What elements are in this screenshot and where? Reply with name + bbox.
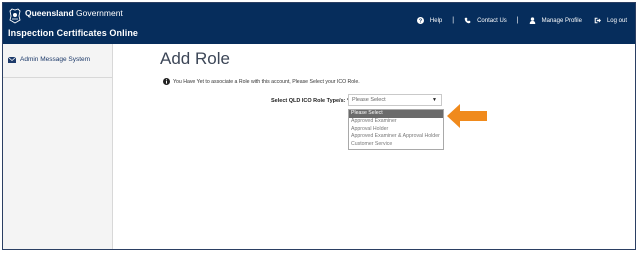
manage-profile-link[interactable]: Manage Profile [529, 17, 582, 24]
nav-separator: | [516, 17, 519, 24]
contact-us-label: Contact Us [477, 17, 507, 24]
help-label: Help [429, 17, 443, 24]
select-value: Please Select [352, 97, 386, 103]
sidebar: Admin Message System [3, 44, 113, 249]
coat-of-arms-icon [9, 8, 21, 24]
brand-name: Queensland Government [25, 8, 123, 18]
nav-separator: | [452, 17, 455, 24]
annotation-arrow-icon [447, 104, 487, 128]
dropdown-option[interactable]: Please Select [349, 110, 443, 118]
info-circle-icon [163, 78, 170, 85]
question-circle-icon: ? [416, 17, 424, 24]
role-type-label: Select QLD ICO Role Type/s: * [271, 98, 350, 104]
help-link[interactable]: ? Help [416, 17, 443, 24]
notice-text: You Have Yet to associate a Role with th… [173, 78, 360, 85]
envelope-icon [8, 56, 16, 63]
dropdown-option[interactable]: Approved Examiner & Approval Holder [349, 133, 443, 141]
top-navigation: ? Help | Contact Us | Manage Profile Log… [416, 17, 627, 24]
logout-link[interactable]: Log out [594, 17, 627, 24]
app-window: Queensland Government Inspection Certifi… [2, 2, 636, 250]
page-title: Add Role [160, 49, 230, 68]
sidebar-divider [3, 77, 113, 78]
role-notice: You Have Yet to associate a Role with th… [163, 78, 360, 85]
chevron-down-icon: ▼ [432, 97, 437, 103]
role-type-select[interactable]: Please Select ▼ [348, 94, 442, 106]
header-bar: Queensland Government Inspection Certifi… [3, 3, 635, 44]
manage-profile-label: Manage Profile [541, 17, 582, 24]
user-icon [529, 17, 535, 24]
main-content: Add Role You Have Yet to associate a Rol… [114, 44, 635, 249]
dropdown-option[interactable]: Customer Service [349, 141, 443, 149]
app-title: Inspection Certificates Online [8, 28, 139, 38]
sidebar-item-admin-message-system[interactable]: Admin Message System [8, 56, 90, 63]
dropdown-option[interactable]: Approval Holder [349, 126, 443, 134]
contact-us-link[interactable]: Contact Us [464, 17, 507, 24]
dropdown-option[interactable]: Approved Examiner [349, 118, 443, 126]
logout-label: Log out [606, 17, 627, 24]
sign-out-icon [594, 17, 601, 24]
svg-text:?: ? [419, 19, 423, 24]
qld-government-logo[interactable]: Queensland Government [8, 8, 123, 24]
role-type-dropdown-list: Please Select Approved Examiner Approval… [348, 109, 444, 150]
brand-regular: Government [73, 8, 123, 18]
phone-icon [464, 17, 471, 24]
sidebar-item-label: Admin Message System [20, 56, 91, 63]
brand-bold: Queensland [25, 8, 74, 18]
